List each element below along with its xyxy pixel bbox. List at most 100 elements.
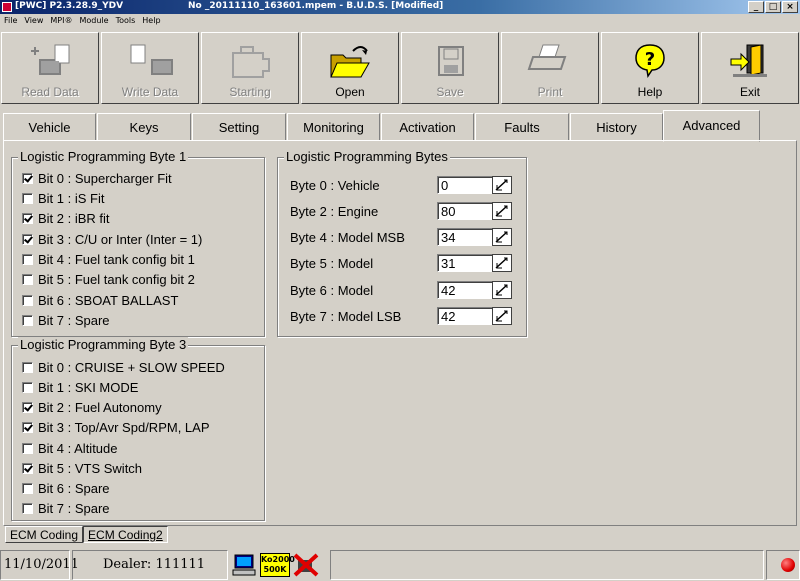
checkbox[interactable] xyxy=(22,462,33,474)
byte3-group: Logistic Programming Byte 3 Bit 0 : CRUI… xyxy=(11,337,265,521)
save-label: Save xyxy=(436,85,464,99)
byte7-input[interactable]: 42 xyxy=(437,307,493,325)
write-data-label: Write Data xyxy=(121,85,179,99)
menu-mpi[interactable]: MPI® xyxy=(46,15,75,28)
tab-setting[interactable]: Setting xyxy=(192,113,286,141)
close-button[interactable]: × xyxy=(782,1,798,13)
read-data-button[interactable]: Read Data xyxy=(1,32,99,104)
app-icon xyxy=(2,2,12,12)
checkbox[interactable] xyxy=(22,381,33,393)
tab-keys[interactable]: Keys xyxy=(97,113,191,141)
byte0-input[interactable]: 0 xyxy=(437,176,493,194)
tab-history[interactable]: History xyxy=(570,113,663,141)
checkbox[interactable] xyxy=(22,212,33,224)
tab-monitoring[interactable]: Monitoring xyxy=(287,113,380,141)
print-button[interactable]: Print xyxy=(501,32,599,104)
menu-tools[interactable]: Tools xyxy=(112,15,139,28)
byte1-bit2[interactable]: Bit 2 : iBR fit xyxy=(22,210,110,226)
byte4-edit-button[interactable] xyxy=(492,228,512,246)
edit-icon xyxy=(495,310,508,322)
checkbox[interactable] xyxy=(22,172,33,184)
byte4-input[interactable]: 34 xyxy=(437,228,493,246)
minimize-button[interactable]: _ xyxy=(748,1,764,13)
write-data-icon xyxy=(102,41,198,81)
checkbox[interactable] xyxy=(22,273,33,285)
checkbox[interactable] xyxy=(22,482,33,494)
printer-icon xyxy=(502,41,598,81)
menu-file[interactable]: File xyxy=(0,15,20,28)
edit-icon xyxy=(495,284,508,296)
byte1-bit0[interactable]: Bit 0 : Supercharger Fit xyxy=(22,170,172,186)
help-button[interactable]: ? Help xyxy=(601,32,699,104)
byte1-bit6[interactable]: Bit 6 : SBOAT BALLAST xyxy=(22,292,178,308)
document-title: No _20111110_163601.mpem - B.U.D.S. [Mod… xyxy=(188,1,444,11)
byte1-bit3[interactable]: Bit 3 : C/U or Inter (Inter = 1) xyxy=(22,231,202,247)
checkbox[interactable] xyxy=(22,314,33,326)
menu-help[interactable]: Help xyxy=(138,15,163,28)
byte3-bit5[interactable]: Bit 5 : VTS Switch xyxy=(22,460,142,476)
byte2-edit-button[interactable] xyxy=(492,202,512,220)
byte3-bit3[interactable]: Bit 3 : Top/Avr Spd/RPM, LAP xyxy=(22,419,210,435)
byte1-bit1[interactable]: Bit 1 : iS Fit xyxy=(22,190,104,206)
ko-badge-line2: 500K xyxy=(263,565,287,574)
byte1-title: Logistic Programming Byte 1 xyxy=(18,149,189,164)
read-data-label: Read Data xyxy=(21,85,79,99)
tab-ecm-coding[interactable]: ECM Coding xyxy=(5,526,84,543)
byte6-edit-button[interactable] xyxy=(492,281,512,299)
checkbox[interactable] xyxy=(22,401,33,413)
checkbox[interactable] xyxy=(22,361,33,373)
byte3-bit0[interactable]: Bit 0 : CRUISE + SLOW SPEED xyxy=(22,359,225,375)
checkbox[interactable] xyxy=(22,192,33,204)
bytes-group: Logistic Programming Bytes Byte 0 : Vehi… xyxy=(277,149,527,337)
checkbox[interactable] xyxy=(22,233,33,245)
byte5-edit-button[interactable] xyxy=(492,254,512,272)
edit-icon xyxy=(495,205,508,217)
byte3-bit6[interactable]: Bit 6 : Spare xyxy=(22,480,110,496)
byte3-bit7[interactable]: Bit 7 : Spare xyxy=(22,500,110,516)
tab-vehicle[interactable]: Vehicle xyxy=(3,113,96,141)
ko-badge-line1: Ko2000 xyxy=(261,555,295,564)
ko-badge: Ko2000 500K xyxy=(260,553,295,577)
main-tabs: Vehicle Keys Setting Monitoring Activati… xyxy=(3,110,797,142)
save-button[interactable]: Save xyxy=(401,32,499,104)
help-label: Help xyxy=(637,85,663,99)
checkbox[interactable] xyxy=(22,442,33,454)
byte2-input[interactable]: 80 xyxy=(437,202,493,220)
byte3-bit1[interactable]: Bit 1 : SKI MODE xyxy=(22,379,138,395)
status-icons: Ko2000 500K xyxy=(232,550,320,580)
byte6-label: Byte 6 : Model xyxy=(290,283,374,298)
floppy-icon xyxy=(402,41,498,81)
open-button[interactable]: Open xyxy=(301,32,399,104)
exit-button[interactable]: Exit xyxy=(701,32,799,104)
byte4-label: Byte 4 : Model MSB xyxy=(290,230,405,245)
tab-activation[interactable]: Activation xyxy=(381,113,474,141)
byte1-bit4[interactable]: Bit 4 : Fuel tank config bit 1 xyxy=(22,251,195,267)
checkbox[interactable] xyxy=(22,421,33,433)
starting-button[interactable]: Starting xyxy=(201,32,299,104)
tab-ecm-coding2[interactable]: ECM Coding2 xyxy=(83,526,168,543)
menu-view[interactable]: View xyxy=(20,15,46,28)
menu-module[interactable]: Module xyxy=(75,15,111,28)
checkbox[interactable] xyxy=(22,502,33,514)
help-icon: ? xyxy=(602,41,698,81)
title-bar[interactable]: [PWC] P2.3.28.9_YDV No _20111110_163601.… xyxy=(0,0,800,14)
tab-advanced[interactable]: Advanced xyxy=(663,110,760,142)
maximize-button[interactable]: □ xyxy=(765,1,781,13)
byte6-input[interactable]: 42 xyxy=(437,281,493,299)
byte1-bit5[interactable]: Bit 5 : Fuel tank config bit 2 xyxy=(22,271,195,287)
byte1-bit7[interactable]: Bit 7 : Spare xyxy=(22,312,110,328)
tab-faults[interactable]: Faults xyxy=(475,113,569,141)
byte5-input[interactable]: 31 xyxy=(437,254,493,272)
checkbox[interactable] xyxy=(22,253,33,265)
byte0-edit-button[interactable] xyxy=(492,176,512,194)
byte3-bit2[interactable]: Bit 2 : Fuel Autonomy xyxy=(22,399,162,415)
print-label: Print xyxy=(537,85,563,99)
byte7-edit-button[interactable] xyxy=(492,307,512,325)
checkbox[interactable] xyxy=(22,294,33,306)
engine-icon xyxy=(202,41,298,81)
byte3-bit4[interactable]: Bit 4 : Altitude xyxy=(22,440,118,456)
write-data-button[interactable]: Write Data xyxy=(101,32,199,104)
edit-icon xyxy=(495,231,508,243)
byte7-label: Byte 7 : Model LSB xyxy=(290,309,402,324)
status-dealer: Dealer: 111111 xyxy=(72,550,228,580)
